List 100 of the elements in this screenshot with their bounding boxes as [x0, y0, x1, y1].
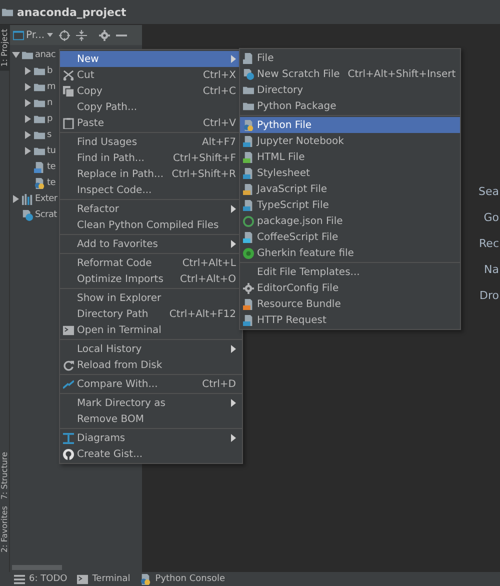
menu-item-label: Gherkin feature file — [257, 248, 355, 258]
menu-item[interactable]: HTML File — [240, 149, 460, 165]
settings-icon[interactable] — [98, 30, 110, 40]
tree-item-label: anac — [35, 50, 56, 60]
tree-item-label: m — [47, 82, 56, 92]
menu-item[interactable]: Compare With... Ctrl+D — [60, 376, 242, 392]
tool-window-tab[interactable]: 7: Structure — [0, 452, 9, 500]
menu-item[interactable]: Refactor — [60, 201, 242, 217]
tree-item[interactable]: anac — [10, 47, 56, 63]
menu-item[interactable]: Replace in Path... Ctrl+Shift+R — [60, 166, 242, 182]
folder-icon — [22, 50, 33, 60]
menu-item[interactable]: package.json File — [240, 213, 460, 229]
menu-item-label: package.json File — [257, 216, 344, 226]
menu-item-label: Paste — [77, 118, 105, 128]
tool-window-tab[interactable]: 6: TODO — [14, 574, 68, 584]
menu-item[interactable]: Open in Terminal — [60, 322, 242, 338]
menu-item[interactable]: Paste Ctrl+V — [60, 115, 242, 131]
tree-item[interactable]: te — [10, 175, 56, 191]
tree-item[interactable]: Exter — [10, 191, 58, 207]
tree-item[interactable]: tu — [10, 143, 56, 159]
locate-icon[interactable] — [58, 30, 70, 40]
scratch-file-icon — [22, 210, 33, 220]
menu-item[interactable]: Python File — [240, 117, 460, 133]
tree-item-label: s — [47, 130, 52, 140]
menu-item[interactable]: TypeScript File — [240, 197, 460, 213]
menu-item[interactable]: Directory Path Ctrl+Alt+F12 — [60, 306, 242, 322]
menu-item[interactable]: Reload from Disk — [60, 357, 242, 373]
menu-item[interactable]: New Scratch File Ctrl+Alt+Shift+Insert — [240, 66, 460, 82]
shortcut-label: Ctrl+C — [202, 86, 236, 96]
tree-item[interactable]: m — [10, 79, 56, 95]
coffeescript-file-icon — [243, 232, 254, 242]
menu-item[interactable]: Show in Explorer — [60, 290, 242, 306]
menu-item[interactable]: Directory — [240, 82, 460, 98]
scratch-file-icon — [243, 68, 254, 80]
menu-item-label: New Scratch File — [257, 68, 340, 80]
reload-icon — [63, 360, 74, 370]
tree-item[interactable]: p — [10, 111, 52, 127]
menu-item[interactable]: Python Package — [240, 98, 460, 114]
menu-item-label: Optimize Imports — [77, 274, 164, 284]
menu-item[interactable]: Gherkin feature file — [240, 245, 460, 261]
tool-window-tab[interactable]: 2: Favorites — [0, 506, 9, 552]
menu-item[interactable]: Reformat Code Ctrl+Alt+L — [60, 255, 242, 271]
http-file-icon — [243, 314, 254, 326]
menu-item-label: Cut — [77, 70, 96, 80]
tree-item-label: n — [47, 98, 52, 108]
collapse-all-icon[interactable] — [76, 30, 87, 40]
tree-item-label: te — [47, 178, 56, 188]
menu-item[interactable]: Copy Path... — [60, 99, 242, 115]
menu-item[interactable]: Resource Bundle — [240, 296, 460, 312]
menu-item[interactable]: New — [60, 51, 242, 67]
menu-item-label: HTML File — [257, 152, 306, 162]
menu-item[interactable]: Edit File Templates... — [240, 264, 460, 280]
gherkin-icon — [243, 248, 254, 258]
tree-item[interactable]: s — [10, 127, 52, 143]
tool-window-tab[interactable]: Python Console — [140, 574, 226, 584]
shortcut-label: Ctrl+X — [202, 70, 236, 80]
clipboard-icon — [63, 118, 74, 128]
menu-item[interactable]: Inspect Code... — [60, 182, 242, 198]
menu-item[interactable]: JavaScript File — [240, 181, 460, 197]
editor-hint: Na — [484, 263, 500, 276]
menu-item[interactable]: Find in Path... Ctrl+Shift+F — [60, 150, 242, 166]
menu-item-label: Jupyter Notebook — [257, 136, 345, 146]
editor-hint: Go — [484, 211, 500, 224]
menu-item[interactable]: EditorConfig File — [240, 280, 460, 296]
typescript-file-icon — [243, 200, 254, 210]
menu-item-label: New — [77, 54, 100, 64]
menu-item[interactable]: Find Usages Alt+F7 — [60, 134, 242, 150]
view-selector[interactable]: Pr... — [13, 30, 53, 40]
menu-item[interactable]: CoffeeScript File — [240, 229, 460, 245]
diagram-icon — [63, 432, 74, 444]
project-tool-tab[interactable]: 1: Project — [0, 25, 10, 71]
menu-item-label: CoffeeScript File — [257, 232, 340, 242]
menu-item[interactable]: Optimize Imports Ctrl+Alt+O — [60, 271, 242, 287]
menu-item[interactable]: Local History — [60, 341, 242, 357]
menu-item[interactable]: Remove BOM — [60, 411, 242, 427]
menu-item-label: Find Usages — [77, 136, 138, 148]
tree-item[interactable]: Scrat — [10, 207, 57, 223]
menu-item-label: Refactor — [77, 204, 120, 214]
copy-icon — [63, 86, 74, 96]
menu-item[interactable]: HTTP Request — [240, 312, 460, 328]
menu-item[interactable]: File — [240, 50, 460, 66]
tree-item[interactable]: te — [10, 159, 56, 175]
tool-window-tab[interactable]: Terminal — [77, 574, 130, 584]
menu-item[interactable]: Stylesheet — [240, 165, 460, 181]
tree-item-label: b — [47, 66, 52, 76]
menu-item[interactable]: Add to Favorites — [60, 236, 242, 252]
menu-item-label: Copy Path... — [77, 102, 138, 112]
menu-item[interactable]: Create Gist... — [60, 446, 242, 462]
menu-item-label: Clean Python Compiled Files — [77, 220, 220, 230]
menu-item[interactable]: Cut Ctrl+X — [60, 67, 242, 83]
html-file-icon — [243, 152, 254, 162]
json-file-icon — [243, 216, 254, 226]
menu-item[interactable]: Copy Ctrl+C — [60, 83, 242, 99]
menu-item[interactable]: Clean Python Compiled Files — [60, 217, 242, 233]
tree-item[interactable]: n — [10, 95, 52, 111]
scrollbar[interactable] — [12, 565, 62, 570]
menu-item[interactable]: Jupyter Notebook — [240, 133, 460, 149]
menu-item[interactable]: Diagrams — [60, 430, 242, 446]
tree-item[interactable]: b — [10, 63, 52, 79]
menu-item[interactable]: Mark Directory as — [60, 395, 242, 411]
